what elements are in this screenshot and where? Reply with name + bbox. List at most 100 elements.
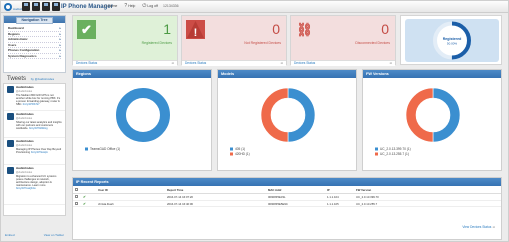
cell-mac-addr: 00908F5E33L [268, 195, 286, 199]
donut-slice-uc-2-0-13-255-7[interactable] [405, 87, 434, 143]
warning-glyph: ! [194, 27, 198, 39]
tweet-item: AudioCodes @AudioCodes Sharing our latest… [4, 111, 65, 138]
nav-home-label: Home [108, 4, 118, 8]
donut-slice-405[interactable] [287, 87, 316, 143]
chevron-right-icon: ▸ [59, 53, 61, 58]
help-icon: ? [124, 3, 128, 9]
tweet-handle: @AudioCodes [16, 143, 33, 147]
chevron-right-icon: ▸ [59, 26, 61, 31]
column-header-ip[interactable]: IP [325, 187, 354, 193]
gauge-percent: 50.00% [447, 42, 458, 46]
gauge-title: Registered [443, 37, 462, 41]
tweet-text: Sharing our latest analytics and insight… [16, 121, 62, 131]
phone-icon [22, 2, 30, 11]
registered-count: 1 [163, 21, 171, 37]
cell-mac-addr: 00908F5E5E9C [268, 201, 288, 206]
tree-item-system-diagnostics[interactable]: System Diagnostics ▸ [8, 53, 61, 59]
legend-label[interactable]: 405 (1) [235, 147, 245, 151]
broken-link-icon: ⛓ [296, 22, 313, 37]
view-devices-status-link[interactable]: View Devices Status➜ [462, 225, 495, 229]
models-panel: Models 405 (1) 420HD (1) [217, 69, 357, 171]
nav-help[interactable]: ? Help [124, 3, 135, 9]
row-checkbox[interactable] [73, 194, 81, 200]
legend-label[interactable]: 420HD (1) [235, 152, 250, 156]
column-header-user-id[interactable]: User ID [96, 187, 165, 193]
column-header-fw-version[interactable]: FW Version [354, 187, 414, 193]
tree-item-label: System Diagnostics [8, 53, 37, 58]
logoff-icon: ⏻ [142, 3, 147, 9]
disconnected-count: 0 [381, 21, 389, 37]
tree-item-label: Regions [8, 31, 20, 36]
navigation-tree: Navigation Tree Dashboard ▸ Regions ▸ Admi… [3, 15, 66, 73]
cell-fw-version: UC_2.0.13.255.7 [356, 201, 378, 206]
fw-versions-panel: FW Versions UC_2.0.13.399.70 (1) UC_2.0.1… [362, 69, 502, 171]
tweet-author: AudioCodes [16, 112, 34, 116]
nav-logoff[interactable]: ⏻ Log off [142, 3, 158, 9]
disconnected-label: Disconnected Devices [355, 41, 390, 45]
tweet-author: AudioCodes [16, 166, 34, 170]
arrow-circle-icon: ➜ [389, 61, 392, 65]
tweet-link[interactable]: bit.ly/1PRb7k7 [23, 103, 40, 106]
home-icon: ⌂ [104, 3, 108, 9]
legend-swatch [375, 152, 378, 156]
avatar [7, 167, 14, 174]
tweet-author: AudioCodes [16, 139, 34, 143]
not-registered-label: Not Registered Devices [244, 41, 281, 45]
tweet-link[interactable]: bit.ly/1Pf0dWwg [29, 127, 48, 130]
tree-item-label: Users [8, 42, 17, 47]
fw-versions-title: FW Versions [363, 70, 501, 78]
tweet-link[interactable]: bit.ly/1PhiwiqA [31, 151, 48, 154]
column-header-report-time[interactable]: Report Time [165, 187, 266, 193]
registered-check-icon: ✔ [83, 201, 86, 206]
tweet-item: AudioCodes @AudioCodes Managing IP Phones… [4, 138, 65, 165]
navigation-tree-header: Navigation Tree [4, 16, 65, 24]
warning-icon: ! [186, 20, 205, 39]
phone-images [22, 2, 60, 11]
avatar [7, 140, 14, 147]
tweets-heading: Tweets by @AudioCodes [7, 76, 66, 82]
embed-link[interactable]: Embed [5, 233, 15, 237]
recent-reports-title: IP Recent Reports [73, 178, 501, 186]
disconnected-devices-card: ⛓ 0 Disconnected Devices Devices Status ➜ [290, 15, 396, 66]
table-row[interactable]: ✔ christa.lbash 2016-07-14 16:40:06 0090… [73, 201, 501, 207]
tweet-handle: @AudioCodes [16, 116, 33, 120]
select-all-checkbox[interactable] [73, 187, 81, 193]
column-header-status [81, 187, 96, 193]
avatar [7, 113, 14, 120]
tweet-feed[interactable]: AudioCodes @AudioCodes The Mediant 800 GW… [3, 83, 66, 216]
view-on-twitter-link[interactable]: View on Twitter [44, 233, 64, 237]
tweet-item: AudioCodes @AudioCodes The Mediant 800 GW… [4, 84, 65, 111]
row-checkbox[interactable] [73, 201, 81, 207]
cell-report-time: 2016-07-14 16:07:20 [167, 195, 193, 199]
tree-item-label: Phones Configuration [8, 48, 40, 53]
donut-slice-420hd[interactable] [260, 87, 289, 143]
legend-label[interactable]: UC_2.0.13.399.70 (1) [380, 147, 411, 151]
devices-status-link[interactable]: Devices Status ➜ [73, 60, 177, 66]
column-header-mac-addr[interactable]: MAC Addr [266, 187, 325, 193]
tweet-author: AudioCodes [16, 85, 34, 89]
tweet-link[interactable]: bit.ly/1PhxaQbAv [16, 187, 36, 190]
tweet-footer: Embed View on Twitter [5, 233, 64, 237]
tweet-item: AudioCodes @AudioCodes Migration to enhan… [4, 165, 65, 205]
not-registered-count: 0 [272, 21, 280, 37]
header-nav: ⌂ Home ? Help ⏻ Log off [104, 3, 158, 9]
cell-ip: 1.1.1.104 [327, 195, 339, 199]
legend-label[interactable]: UC_2.0.13.255.7 (1) [380, 152, 409, 156]
arrow-circle-icon: ➜ [280, 61, 283, 65]
tweets-by-link[interactable]: by @AudioCodes [31, 77, 54, 81]
devices-status-link[interactable]: Devices Status ➜ [182, 60, 286, 66]
tweet-text: The Mediant 800 GW UPS is not another wh… [16, 94, 61, 107]
legend-label[interactable]: TeamsGAD Office (1) [90, 147, 120, 151]
nav-home[interactable]: ⌂ Home [104, 3, 117, 9]
donut-slice-teamsgad-office[interactable] [116, 88, 170, 142]
checkmark-icon: ✔ [77, 20, 96, 39]
devices-status-link[interactable]: Devices Status ➜ [291, 60, 395, 66]
registered-gauge: Registered 50.00% [433, 21, 471, 60]
legend-swatch [85, 147, 88, 151]
phone-icon [42, 2, 50, 11]
cell-user-id [96, 194, 165, 200]
donut-slice-uc-2-0-13-399-70[interactable] [432, 87, 461, 143]
regions-title: Regions [73, 70, 211, 78]
chevron-right-icon: ▸ [59, 31, 61, 36]
registered-gauge-card: Registered 50.00% [400, 15, 502, 65]
